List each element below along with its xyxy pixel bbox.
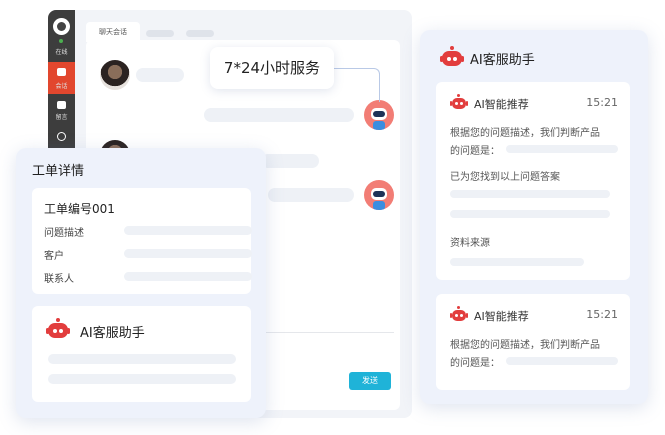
tab-placeholder[interactable] [186, 30, 214, 37]
text-placeholder [506, 145, 618, 153]
nav-item-messages-label: 留言 [55, 114, 68, 121]
recommendation-text: 根据您的问题描述，我们判断产品 [450, 128, 600, 139]
work-order-card: 工单编号001 问题描述 客户 联系人 [32, 188, 252, 294]
bot-avatar [364, 100, 394, 130]
send-button[interactable]: 发送 [349, 372, 391, 390]
field-label-customer: 客户 [44, 251, 64, 262]
recommendation-card: AI智能推荐 15:21 根据您的问题描述，我们判断产品 的问题是： 已为您找到… [436, 82, 630, 280]
field-value-description [124, 226, 252, 235]
mail-icon [57, 101, 66, 109]
text-placeholder [450, 190, 610, 198]
work-order-panel: 工单详情 工单编号001 问题描述 客户 联系人 AI客服助手 [16, 148, 266, 418]
status-label: 在线 [55, 49, 68, 56]
field-value-customer [124, 249, 252, 258]
recommendation-text: 根据您的问题描述，我们判断产品 [450, 340, 600, 351]
text-placeholder [450, 258, 584, 266]
work-order-ai-card: AI客服助手 [32, 306, 251, 402]
text-placeholder [48, 374, 236, 384]
left-nav-rail: 在线 会话 留言 [48, 10, 75, 170]
online-status-dot [59, 39, 63, 43]
field-value-contact [124, 272, 252, 281]
text-placeholder [450, 210, 610, 218]
recommendation-title: AI智能推荐 [474, 98, 529, 111]
recommendation-card: AI智能推荐 15:21 根据您的问题描述，我们判断产品 的问题是： [436, 294, 630, 390]
recommendation-text: 的问题是： [450, 358, 500, 369]
ai-panel-title: AI客服助手 [470, 53, 535, 68]
field-label-description: 问题描述 [44, 228, 84, 239]
tab-placeholder[interactable] [146, 30, 174, 37]
work-order-number: 工单编号001 [44, 202, 115, 216]
source-label: 资料来源 [450, 238, 490, 249]
tab-chat-session[interactable]: 聊天会话 [86, 22, 140, 42]
bot-avatar [364, 180, 394, 210]
robot-icon [450, 306, 468, 323]
recommendation-time: 15:21 [586, 96, 618, 109]
work-order-ai-title: AI客服助手 [80, 326, 145, 341]
text-placeholder [506, 357, 618, 365]
ai-assistant-panel: AI客服助手 AI智能推荐 15:21 根据您的问题描述，我们判断产品 的问题是… [420, 30, 648, 404]
clock-icon[interactable] [57, 132, 66, 141]
robot-icon [450, 94, 468, 111]
agent-avatar[interactable] [53, 18, 70, 35]
nav-item-conversations-label: 会话 [55, 83, 68, 90]
recommendation-text: 的问题是： [450, 146, 500, 157]
message-bubble [136, 68, 184, 82]
robot-icon [46, 318, 70, 340]
recommendation-time: 15:21 [586, 308, 618, 321]
answer-found-text: 已为您找到以上问题答案 [450, 172, 560, 183]
chat-icon [57, 68, 66, 76]
robot-icon [440, 46, 464, 68]
field-label-contact: 联系人 [44, 274, 74, 285]
message-bubble [261, 154, 319, 168]
customer-avatar [100, 60, 130, 90]
recommendation-title: AI智能推荐 [474, 310, 529, 323]
message-bubble [204, 108, 354, 122]
work-order-title: 工单详情 [32, 164, 85, 179]
nav-item-conversations[interactable]: 会话 [48, 62, 75, 94]
text-placeholder [48, 354, 236, 364]
service-hours-callout: 7*24小时服务 [210, 47, 334, 89]
message-bubble [268, 188, 354, 202]
callout-connector [334, 68, 380, 102]
